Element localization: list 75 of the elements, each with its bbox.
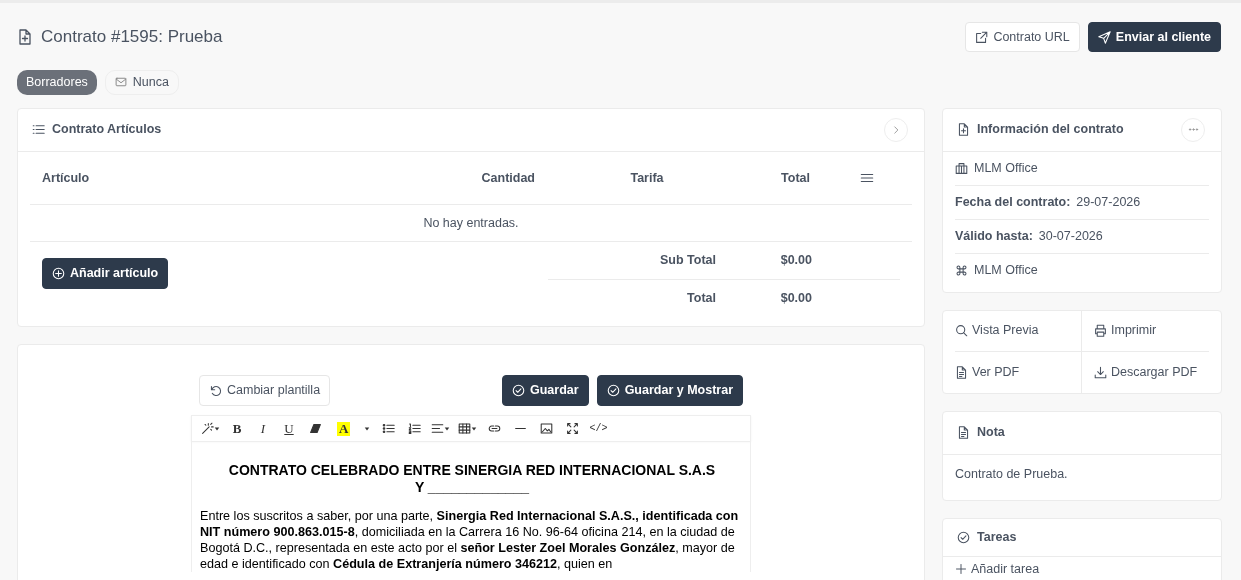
empty-message: No hay entradas. bbox=[423, 215, 519, 230]
document-icon bbox=[955, 365, 968, 379]
add-item-button[interactable]: Añadir artículo bbox=[42, 258, 169, 289]
sent-status-pill: Nunca bbox=[104, 70, 179, 95]
caret-icon bbox=[471, 425, 478, 432]
action-link[interactable]: Vista Previa bbox=[955, 310, 1082, 352]
printer-icon bbox=[1094, 324, 1107, 338]
underline-button[interactable]: U bbox=[277, 418, 301, 439]
card-title: Información del contrato bbox=[977, 121, 1124, 139]
download-icon bbox=[1094, 365, 1107, 379]
document-plus-icon bbox=[17, 29, 33, 45]
undo-icon bbox=[209, 384, 222, 398]
building-icon bbox=[955, 161, 968, 175]
highlight-button[interactable]: A bbox=[337, 421, 351, 436]
send-to-client-button[interactable]: Enviar al cliente bbox=[1087, 21, 1221, 53]
total-value: $0.00 bbox=[779, 289, 812, 307]
field-label: Válido hasta: bbox=[955, 227, 1033, 245]
image-icon bbox=[539, 422, 553, 435]
save-button[interactable]: Guardar bbox=[502, 375, 589, 406]
caret-icon bbox=[214, 425, 220, 432]
document-icon bbox=[957, 426, 970, 440]
total-label: Total bbox=[686, 289, 716, 307]
fullscreen-icon bbox=[565, 422, 579, 435]
action-link[interactable]: Imprimir bbox=[1082, 310, 1209, 352]
document-title: Y _____________ bbox=[413, 479, 531, 496]
note-text: Contrato de Prueba. bbox=[955, 466, 1068, 481]
card-title: Tareas bbox=[977, 528, 1017, 546]
link-icon bbox=[487, 422, 501, 435]
magic-wand-icon bbox=[201, 422, 214, 435]
field-label: Fecha del contrato: bbox=[955, 193, 1071, 211]
chevron-right-icon bbox=[891, 124, 901, 135]
page-title: Contrato #1595: Prueba bbox=[41, 26, 223, 49]
external-link-icon bbox=[975, 30, 989, 44]
table-icon bbox=[458, 422, 472, 435]
change-template-button[interactable]: Cambiar plantilla bbox=[199, 375, 331, 406]
search-icon bbox=[955, 324, 968, 338]
numbered-list-icon bbox=[407, 422, 421, 435]
document-plus-icon bbox=[957, 123, 970, 137]
total-label: Sub Total bbox=[659, 252, 716, 270]
action-link[interactable]: Descargar PDF bbox=[1082, 351, 1209, 393]
column-header: Artículo bbox=[42, 170, 90, 185]
document-paragraph: Entre los suscritos a saber, por una parte, Sinergia Red Internacional S.A.S., identificada con NIT número 900.863.015-8, domiciliada en la Carrera 16 No. 96-64 oficina 214, en la ciudad de Bogotá D.C., representada en este acto por el señor Lester Zoel Morales González, mayor de edad e identificado con Cédula de Extranjería número 346212, quien en bbox=[200, 508, 740, 572]
column-header: Tarifa bbox=[630, 170, 664, 185]
action-link[interactable]: Ver PDF bbox=[955, 351, 1082, 393]
add-task-link[interactable]: Añadir tarea bbox=[955, 559, 1040, 579]
eraser-icon bbox=[308, 422, 322, 435]
card-title: Contrato Artículos bbox=[52, 121, 162, 139]
command-icon bbox=[955, 264, 968, 278]
company-name: MLM Office bbox=[974, 159, 1038, 177]
envelope-icon bbox=[114, 76, 127, 89]
italic-button[interactable]: I bbox=[251, 418, 275, 439]
caret-icon bbox=[364, 425, 371, 432]
check-circle-icon bbox=[606, 384, 620, 398]
column-header: Cantidad bbox=[481, 170, 535, 185]
paper-plane-icon bbox=[1097, 30, 1111, 44]
bold-button[interactable]: B bbox=[225, 418, 249, 439]
company-name: MLM Office bbox=[974, 262, 1038, 280]
field-value: 30-07-2026 bbox=[1038, 227, 1103, 245]
plus-icon bbox=[955, 562, 967, 575]
total-value: $0.00 bbox=[779, 252, 812, 270]
contract-url-button[interactable]: Contrato URL bbox=[965, 21, 1080, 53]
column-header: Total bbox=[781, 170, 810, 185]
check-circle-icon bbox=[957, 530, 970, 544]
plus-circle-icon bbox=[52, 267, 65, 281]
list-icon bbox=[32, 123, 45, 137]
align-icon bbox=[431, 422, 445, 435]
check-circle-icon bbox=[512, 384, 525, 398]
code-view-button[interactable]: </> bbox=[586, 418, 611, 439]
caret-icon bbox=[444, 425, 451, 432]
document-title: CONTRATO CELEBRADO ENTRE SINERGIA RED INTERNACIONAL S.A.S bbox=[227, 462, 717, 479]
field-value: 29-07-2026 bbox=[1076, 193, 1141, 211]
status-badge: Borradores bbox=[17, 70, 97, 95]
save-and-show-button[interactable]: Guardar y Mostrar bbox=[596, 375, 743, 406]
bullet-list-icon bbox=[381, 422, 395, 435]
card-title: Nota bbox=[977, 424, 1005, 442]
